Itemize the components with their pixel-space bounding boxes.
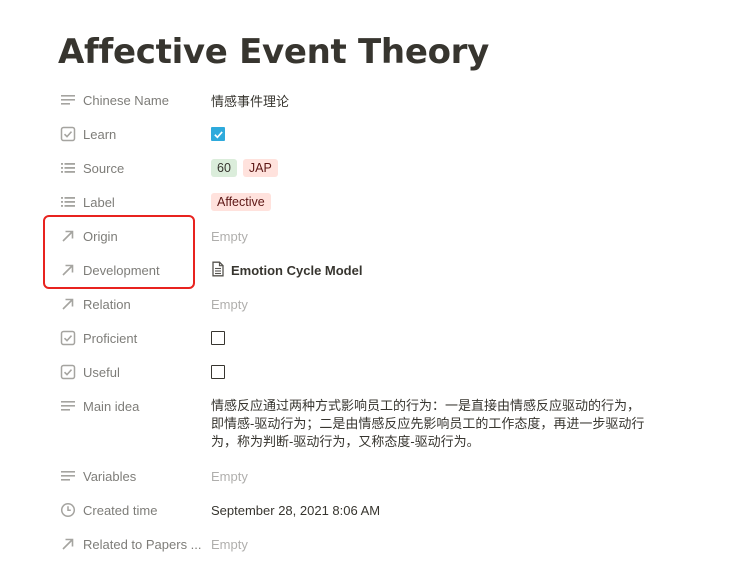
relation-arrow-icon	[60, 536, 76, 552]
property-name-origin[interactable]: Origin	[56, 219, 206, 253]
document-icon	[211, 261, 225, 280]
tag-60: 60	[211, 159, 237, 177]
property-name-variables[interactable]: Variables	[56, 459, 206, 493]
relation-arrow-icon	[60, 262, 76, 278]
property-label: Variables	[83, 468, 137, 484]
property-label: Source	[83, 160, 125, 176]
property-row-learn: Learn	[56, 117, 696, 151]
tag-affective: Affective	[211, 193, 271, 211]
property-label: Useful	[83, 364, 120, 380]
text-lines-icon	[60, 92, 76, 108]
property-name-proficient[interactable]: Proficient	[56, 321, 206, 355]
checkbox-property-icon	[60, 330, 76, 346]
property-value-learn	[206, 117, 696, 151]
property-row-source: Source 60 JAP	[56, 151, 696, 185]
clock-icon	[60, 502, 76, 518]
relation-link-label: Emotion Cycle Model	[231, 262, 363, 278]
property-value-source[interactable]: 60 JAP	[206, 151, 696, 185]
property-row-label: Label Affective	[56, 185, 696, 219]
property-value-chinese-name[interactable]: 情感事件理论	[206, 83, 696, 117]
tag-jap: JAP	[242, 159, 278, 177]
list-icon	[60, 160, 76, 176]
property-list: Chinese Name 情感事件理论 Learn Source 60 JAP	[56, 83, 696, 561]
property-label: Related to Papers ...	[83, 536, 202, 552]
page-title[interactable]: Affective Event Theory	[58, 32, 489, 72]
property-name-chinese-name[interactable]: Chinese Name	[56, 83, 206, 117]
property-row-main-idea: Main idea 情感反应通过两种方式影响员工的行为：一是直接由情感反应驱动的…	[56, 389, 696, 459]
property-label: Origin	[83, 228, 118, 244]
property-row-proficient: Proficient	[56, 321, 696, 355]
learn-checkbox[interactable]	[211, 127, 225, 141]
property-value-relation[interactable]: Empty	[206, 287, 696, 321]
property-row-created-time: Created time September 28, 2021 8:06 AM	[56, 493, 696, 527]
property-label: Main idea	[83, 398, 140, 414]
text-lines-icon	[60, 468, 76, 484]
property-row-development: Development Emotion Cycle Model	[56, 253, 696, 287]
property-name-main-idea[interactable]: Main idea	[56, 389, 206, 423]
relation-arrow-icon	[60, 228, 76, 244]
proficient-checkbox[interactable]	[211, 331, 225, 345]
checkbox-property-icon	[60, 126, 76, 142]
property-value-variables[interactable]: Empty	[206, 459, 696, 493]
list-icon	[60, 194, 76, 210]
property-row-variables: Variables Empty	[56, 459, 696, 493]
relation-arrow-icon	[60, 296, 76, 312]
property-name-relation[interactable]: Relation	[56, 287, 206, 321]
property-label: Development	[83, 262, 160, 278]
property-label: Learn	[83, 126, 117, 142]
property-name-learn[interactable]: Learn	[56, 117, 206, 151]
property-row-useful: Useful	[56, 355, 696, 389]
property-label: Proficient	[83, 330, 138, 346]
relation-link-emotion-cycle-model[interactable]: Emotion Cycle Model	[211, 261, 362, 280]
property-label: Created time	[83, 502, 158, 518]
property-value-related-to-papers[interactable]: Empty	[206, 527, 696, 561]
property-name-useful[interactable]: Useful	[56, 355, 206, 389]
property-name-development[interactable]: Development	[56, 253, 206, 287]
text-lines-icon	[60, 398, 76, 414]
property-value-main-idea[interactable]: 情感反应通过两种方式影响员工的行为：一是直接由情感反应驱动的行为，即情感-驱动行…	[206, 389, 651, 451]
property-value-created-time: September 28, 2021 8:06 AM	[211, 502, 381, 518]
property-name-source[interactable]: Source	[56, 151, 206, 185]
property-row-relation: Relation Empty	[56, 287, 696, 321]
checkbox-property-icon	[60, 364, 76, 380]
property-row-related-to-papers: Related to Papers ... Empty	[56, 527, 696, 561]
property-name-related-to-papers[interactable]: Related to Papers ...	[56, 527, 206, 561]
property-name-created-time[interactable]: Created time	[56, 493, 206, 527]
property-name-label[interactable]: Label	[56, 185, 206, 219]
property-row-chinese-name: Chinese Name 情感事件理论	[56, 83, 696, 117]
checkmark-icon	[213, 130, 223, 138]
property-value-proficient	[206, 321, 696, 355]
property-value-useful	[206, 355, 696, 389]
property-label: Relation	[83, 296, 131, 312]
property-row-origin: Origin Empty	[56, 219, 696, 253]
property-label: Chinese Name	[83, 92, 169, 108]
property-value-origin[interactable]: Empty	[206, 219, 696, 253]
property-value-label[interactable]: Affective	[206, 185, 696, 219]
useful-checkbox[interactable]	[211, 365, 225, 379]
property-value-development: Emotion Cycle Model	[206, 253, 696, 287]
property-label: Label	[83, 194, 115, 210]
